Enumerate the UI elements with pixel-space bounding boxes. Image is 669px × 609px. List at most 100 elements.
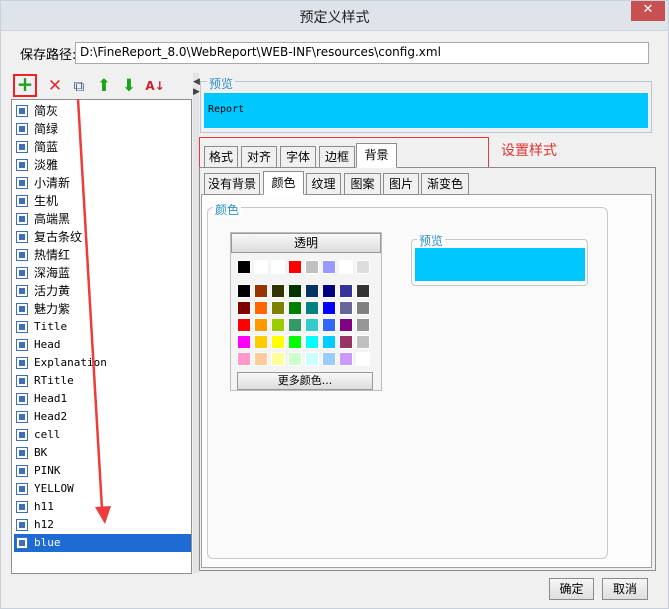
palette-color-swatch[interactable] (288, 284, 302, 298)
recent-color-swatch[interactable] (237, 260, 251, 274)
palette-color-swatch[interactable] (322, 335, 336, 349)
style-list-item[interactable]: 简绿 (14, 120, 191, 138)
palette-color-swatch[interactable] (288, 352, 302, 366)
recent-color-swatch[interactable] (305, 260, 319, 274)
style-list-item[interactable]: 活力黄 (14, 282, 191, 300)
palette-color-swatch[interactable] (356, 301, 370, 315)
tab-align[interactable]: 对齐 (241, 146, 277, 168)
tab-border[interactable]: 边框 (319, 146, 355, 168)
recent-color-swatch[interactable] (254, 260, 268, 274)
style-list-item[interactable]: Explanation (14, 354, 191, 372)
recent-color-swatch[interactable] (271, 260, 285, 274)
style-list-item[interactable]: h12 (14, 516, 191, 534)
add-style-button[interactable]: + (13, 74, 37, 97)
palette-color-swatch[interactable] (237, 318, 251, 332)
style-list-item[interactable]: h11 (14, 498, 191, 516)
palette-color-swatch[interactable] (305, 284, 319, 298)
delete-style-button[interactable]: ✕ (45, 76, 65, 96)
style-list-item[interactable]: 生机 (14, 192, 191, 210)
palette-color-swatch[interactable] (356, 335, 370, 349)
style-list-item[interactable]: 复古条纹 (14, 228, 191, 246)
move-down-button[interactable]: ⬇ (119, 76, 139, 96)
palette-color-swatch[interactable] (339, 335, 353, 349)
palette-color-swatch[interactable] (356, 318, 370, 332)
more-colors-button[interactable]: 更多颜色... (237, 372, 373, 390)
close-button[interactable]: ✕ (631, 1, 665, 21)
style-item-label: 高端黑 (34, 212, 71, 226)
recent-color-swatch[interactable] (322, 260, 336, 274)
palette-color-swatch[interactable] (339, 352, 353, 366)
palette-color-swatch[interactable] (322, 284, 336, 298)
style-list-item[interactable]: 高端黑 (14, 210, 191, 228)
palette-color-swatch[interactable] (254, 352, 268, 366)
expand-right-icon[interactable]: ▶ (193, 87, 200, 97)
style-list[interactable]: 简灰 简绿 简蓝 淡雅 小清新 生机 高端黑 复古条纹 热情红 深海蓝 活力黄 魅力紫 Title Hea… (11, 99, 192, 574)
style-list-item[interactable]: blue (14, 534, 191, 552)
subtab-color[interactable]: 颜色 (263, 171, 304, 195)
palette-color-swatch[interactable] (271, 301, 285, 315)
style-list-item[interactable]: cell (14, 426, 191, 444)
collapse-left-icon[interactable]: ◀ (193, 77, 200, 87)
palette-color-swatch[interactable] (254, 301, 268, 315)
style-list-item[interactable]: RTitle (14, 372, 191, 390)
palette-color-swatch[interactable] (254, 335, 268, 349)
recent-color-swatch[interactable] (356, 260, 370, 274)
palette-color-swatch[interactable] (322, 352, 336, 366)
style-list-item[interactable]: Head (14, 336, 191, 354)
subtab-texture[interactable]: 纹理 (306, 173, 341, 195)
subtab-gradient[interactable]: 渐变色 (421, 173, 469, 195)
tab-font[interactable]: 字体 (280, 146, 316, 168)
cancel-button[interactable]: 取消 (602, 578, 648, 600)
palette-color-swatch[interactable] (356, 284, 370, 298)
style-list-item[interactable]: 淡雅 (14, 156, 191, 174)
style-list-item[interactable]: PINK (14, 462, 191, 480)
palette-color-swatch[interactable] (254, 318, 268, 332)
palette-color-swatch[interactable] (288, 301, 302, 315)
subtab-pattern[interactable]: 图案 (344, 173, 381, 195)
palette-color-swatch[interactable] (237, 284, 251, 298)
palette-color-swatch[interactable] (288, 335, 302, 349)
style-list-item[interactable]: Head2 (14, 408, 191, 426)
style-list-item[interactable]: Head1 (14, 390, 191, 408)
sort-button[interactable]: A↓ (145, 76, 165, 96)
style-list-item[interactable]: 热情红 (14, 246, 191, 264)
palette-color-swatch[interactable] (305, 301, 319, 315)
palette-color-swatch[interactable] (305, 352, 319, 366)
palette-color-swatch[interactable] (305, 318, 319, 332)
style-list-item[interactable]: 简灰 (14, 102, 191, 120)
palette-color-swatch[interactable] (288, 318, 302, 332)
style-list-item[interactable]: BK (14, 444, 191, 462)
palette-color-swatch[interactable] (271, 335, 285, 349)
save-path-field[interactable]: D:\FineReport_8.0\WebReport\WEB-INF\reso… (75, 42, 649, 64)
subtab-no-background[interactable]: 没有背景 (204, 173, 260, 195)
palette-color-swatch[interactable] (237, 352, 251, 366)
ok-button[interactable]: 确定 (549, 578, 594, 600)
palette-color-swatch[interactable] (271, 318, 285, 332)
tab-background[interactable]: 背景 (356, 143, 397, 168)
palette-color-swatch[interactable] (237, 335, 251, 349)
recent-color-swatch[interactable] (339, 260, 353, 274)
move-up-button[interactable]: ⬆ (94, 76, 114, 96)
recent-color-swatch[interactable] (288, 260, 302, 274)
palette-color-swatch[interactable] (305, 335, 319, 349)
style-list-item[interactable]: YELLOW (14, 480, 191, 498)
palette-color-swatch[interactable] (322, 318, 336, 332)
subtab-image[interactable]: 图片 (383, 173, 419, 195)
palette-color-swatch[interactable] (237, 301, 251, 315)
style-list-item[interactable]: 小清新 (14, 174, 191, 192)
palette-color-swatch[interactable] (339, 318, 353, 332)
copy-style-button[interactable]: ⧉ (69, 76, 89, 96)
palette-color-swatch[interactable] (271, 352, 285, 366)
palette-color-swatch[interactable] (339, 301, 353, 315)
tab-format[interactable]: 格式 (204, 146, 238, 168)
palette-color-swatch[interactable] (356, 352, 370, 366)
palette-color-swatch[interactable] (271, 284, 285, 298)
style-list-item[interactable]: 魅力紫 (14, 300, 191, 318)
palette-color-swatch[interactable] (339, 284, 353, 298)
style-list-item[interactable]: 简蓝 (14, 138, 191, 156)
palette-color-swatch[interactable] (254, 284, 268, 298)
transparent-button[interactable]: 透明 (231, 233, 381, 253)
style-list-item[interactable]: 深海蓝 (14, 264, 191, 282)
palette-color-swatch[interactable] (322, 301, 336, 315)
style-list-item[interactable]: Title (14, 318, 191, 336)
